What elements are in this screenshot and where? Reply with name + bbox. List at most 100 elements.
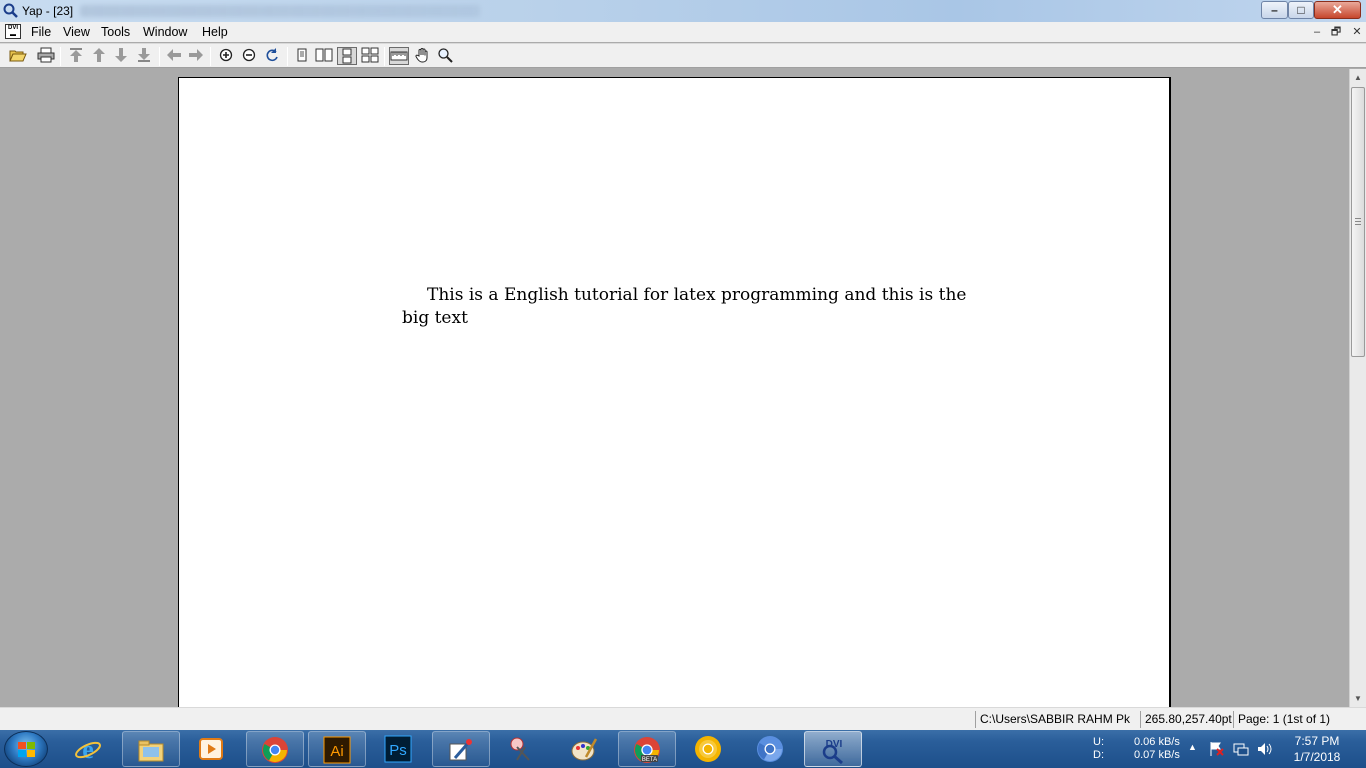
magnifier-icon[interactable]: [435, 47, 455, 65]
scissors-icon: [510, 737, 530, 761]
next-page-icon[interactable]: [111, 47, 131, 65]
refresh-icon[interactable]: [262, 47, 282, 65]
taskbar-chromium[interactable]: [742, 731, 800, 767]
photoshop-icon: Ps: [384, 735, 412, 763]
print-icon[interactable]: [36, 47, 56, 65]
open-icon[interactable]: [8, 47, 28, 65]
media-player-icon: [199, 738, 223, 760]
menu-bar: DVI ▬ File View Tools Window Help – 🗗 ✕: [0, 22, 1366, 42]
mdi-minimize-icon[interactable]: –: [1309, 26, 1325, 39]
yap-app-icon[interactable]: [3, 3, 19, 19]
toolbar-separator: [60, 47, 61, 66]
zoom-in-icon[interactable]: [216, 47, 236, 65]
scroll-up-icon[interactable]: ▲: [1350, 69, 1366, 86]
toolbar-separator: [159, 47, 160, 66]
illustrator-icon: Ai: [323, 736, 351, 764]
taskbar-snipping-tool[interactable]: [432, 731, 490, 767]
clock-time: 7:57 PM: [1294, 734, 1340, 748]
taskbar-internet-explorer[interactable]: e: [60, 731, 118, 767]
menu-help[interactable]: Help: [202, 25, 228, 39]
svg-text:Ai: Ai: [330, 743, 343, 760]
taskbar-photoshop[interactable]: Ps: [370, 731, 428, 767]
minimize-icon: –: [1271, 3, 1278, 17]
yap-dvi-icon: DVI: [822, 739, 843, 764]
status-coordinates: 265.80,257.40pt: [1140, 711, 1233, 728]
single-page-icon[interactable]: [292, 47, 312, 65]
forward-icon[interactable]: [186, 47, 206, 65]
folder-icon: [138, 740, 164, 762]
hand-tool-icon[interactable]: [412, 47, 432, 65]
zoom-out-icon[interactable]: [239, 47, 259, 65]
taskbar-media-player[interactable]: [183, 731, 241, 767]
menu-window[interactable]: Window: [143, 25, 187, 39]
svg-text:BETA: BETA: [642, 757, 657, 763]
scroll-thumb[interactable]: [1351, 87, 1365, 357]
taskbar-file-explorer[interactable]: [122, 731, 180, 767]
window-title: Yap - [23]: [22, 4, 74, 18]
network-up-rate: 0.06 kB/s: [1134, 736, 1180, 748]
start-button[interactable]: [4, 731, 48, 767]
system-clock[interactable]: 7:57 PM 1/7/2018: [1282, 733, 1352, 765]
taskbar-chrome-beta[interactable]: BETA: [618, 731, 676, 767]
action-center-flag-icon[interactable]: [1209, 741, 1225, 757]
network-down-label: D:: [1093, 749, 1104, 761]
network-up-label: U:: [1093, 736, 1104, 748]
chromium-icon: [757, 736, 783, 762]
taskbar-canary[interactable]: [680, 731, 738, 767]
minimize-button[interactable]: –: [1261, 1, 1288, 19]
continuous-double-icon[interactable]: [360, 47, 380, 65]
paragraph-line-1: This is a English tutorial for latex pro…: [427, 285, 967, 305]
grip-icon: [1355, 218, 1361, 225]
menu-tools[interactable]: Tools: [101, 25, 130, 39]
chrome-canary-icon: [695, 736, 721, 762]
taskbar-sticky-pens[interactable]: [494, 731, 552, 767]
first-page-icon[interactable]: [66, 47, 86, 65]
dvi-page[interactable]: This is a English tutorial for latex pro…: [178, 77, 1171, 707]
chrome-beta-icon: BETA: [634, 737, 660, 763]
toolbar: [0, 43, 1366, 68]
title-bar: Yap - [23] – □ ✕: [0, 0, 1366, 22]
maximize-button[interactable]: □: [1288, 1, 1314, 19]
svg-text:e: e: [82, 735, 94, 763]
ruler-icon[interactable]: [389, 47, 409, 65]
paint-palette-icon: [571, 738, 598, 761]
network-icon[interactable]: [1233, 741, 1249, 757]
mdi-restore-icon[interactable]: 🗗: [1328, 26, 1344, 39]
tray-overflow-icon[interactable]: ▲: [1188, 742, 1197, 752]
menu-view[interactable]: View: [63, 25, 90, 39]
toolbar-separator: [384, 47, 385, 66]
clock-date: 1/7/2018: [1293, 750, 1341, 764]
taskbar-illustrator[interactable]: Ai: [308, 731, 366, 767]
taskbar-chrome[interactable]: [246, 731, 304, 767]
taskbar-paint[interactable]: [556, 731, 614, 767]
menu-file[interactable]: File: [31, 25, 51, 39]
volume-icon[interactable]: [1256, 741, 1274, 757]
scroll-down-icon[interactable]: ▼: [1350, 690, 1366, 707]
dvi-document-icon[interactable]: DVI ▬: [5, 24, 21, 39]
windows-logo-icon: [18, 742, 36, 758]
status-page: Page: 1 (1st of 1): [1233, 711, 1366, 728]
taskbar: e Ai Ps BETA DVI U: D: 0.06 kB/s 0.07 kB…: [0, 730, 1366, 768]
maximize-icon: □: [1297, 3, 1305, 17]
chrome-icon: [262, 737, 288, 763]
close-icon: ✕: [1332, 2, 1343, 17]
toolbar-separator: [287, 47, 288, 66]
double-page-icon[interactable]: [314, 47, 334, 65]
mdi-close-icon[interactable]: ✕: [1349, 26, 1365, 39]
toolbar-separator: [210, 47, 211, 66]
paragraph-line-2: big text: [402, 308, 468, 328]
internet-explorer-icon: e: [75, 735, 101, 763]
status-file-path: C:\Users\SABBIR RAHM Pk: [975, 711, 1138, 728]
document-viewport[interactable]: This is a English tutorial for latex pro…: [0, 69, 1349, 707]
network-down-rate: 0.07 kB/s: [1134, 749, 1180, 761]
last-page-icon[interactable]: [134, 47, 154, 65]
continuous-single-icon[interactable]: [337, 47, 357, 65]
status-bar: C:\Users\SABBIR RAHM Pk 265.80,257.40pt …: [0, 707, 1366, 730]
previous-page-icon[interactable]: [89, 47, 109, 65]
snipping-tool-icon: [449, 739, 472, 761]
taskbar-yap-dvi[interactable]: DVI: [804, 731, 862, 767]
vertical-scrollbar[interactable]: ▲ ▼: [1349, 69, 1366, 707]
svg-text:Ps: Ps: [389, 742, 407, 759]
close-button[interactable]: ✕: [1314, 1, 1361, 19]
back-icon[interactable]: [164, 47, 184, 65]
